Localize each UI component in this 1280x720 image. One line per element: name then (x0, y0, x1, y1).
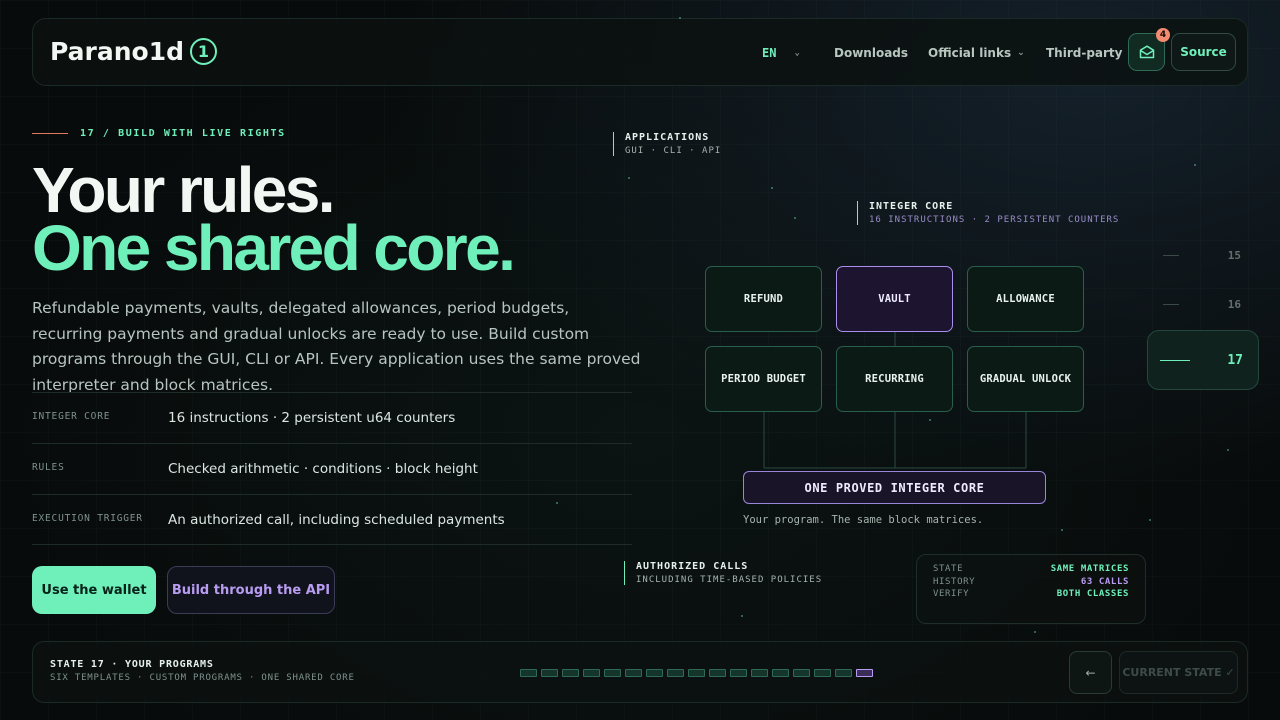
rail-item-active[interactable]: 17 (1147, 330, 1259, 390)
template-period-budget[interactable]: PERIOD BUDGET (705, 346, 822, 412)
integer-core-sub: 16 INSTRUCTIONS · 2 PERSISTENT COUNTERS (869, 215, 1120, 225)
state-row: VERIFY BOTH CLASSES (933, 588, 1129, 601)
rail-item-16[interactable]: 16 (1163, 298, 1243, 311)
integer-core-title: INTEGER CORE (869, 201, 954, 212)
state-row: STATE SAME MATRICES (933, 563, 1129, 576)
rail-dash (1163, 255, 1179, 256)
core-caption: Your program. The same block matrices. (743, 514, 984, 526)
state-step[interactable] (667, 669, 684, 677)
proved-core-box: ONE PROVED INTEGER CORE (743, 471, 1046, 504)
state-step[interactable] (604, 669, 621, 677)
template-allowance[interactable]: ALLOWANCE (967, 266, 1084, 332)
current-state-button[interactable]: CURRENT STATE ✓ (1119, 651, 1238, 694)
applications-title: APPLICATIONS (625, 132, 710, 143)
state-step[interactable] (772, 669, 789, 677)
template-gradual-unlock[interactable]: GRADUAL UNLOCK (967, 346, 1084, 412)
footer-title: STATE 17 · YOUR PROGRAMS (50, 659, 214, 670)
state-step[interactable] (793, 669, 810, 677)
state-footer: STATE 17 · YOUR PROGRAMS SIX TEMPLATES ·… (32, 641, 1248, 703)
template-recurring[interactable]: RECURRING (836, 346, 953, 412)
state-row: HISTORY 63 CALLS (933, 576, 1129, 589)
authorized-calls-label: AUTHORIZED CALLS INCLUDING TIME-BASED PO… (624, 561, 822, 585)
state-step[interactable] (562, 669, 579, 677)
state-step[interactable] (625, 669, 642, 677)
state-step[interactable] (856, 669, 873, 677)
state-step[interactable] (520, 669, 537, 677)
rail-dash (1160, 359, 1190, 361)
state-key: HISTORY (933, 576, 976, 587)
state-key: STATE (933, 564, 964, 574)
rail-number: 15 (1227, 249, 1241, 262)
rail-number: 17 (1227, 352, 1243, 368)
state-step[interactable] (646, 669, 663, 677)
template-refund[interactable]: REFUND (705, 266, 822, 332)
state-value: SAME MATRICES (1050, 564, 1129, 574)
authorized-calls-sub: INCLUDING TIME-BASED POLICIES (636, 575, 823, 585)
state-key: VERIFY (933, 589, 970, 599)
template-vault[interactable]: VAULT (836, 266, 953, 332)
state-step[interactable] (709, 669, 726, 677)
applications-label: APPLICATIONS GUI · CLI · API (613, 132, 721, 156)
authorized-calls-title: AUTHORIZED CALLS (636, 561, 749, 572)
state-step[interactable] (688, 669, 705, 677)
rail-number: 16 (1227, 298, 1241, 311)
integer-core-label: INTEGER CORE 16 INSTRUCTIONS · 2 PERSIST… (857, 201, 1119, 225)
state-progress (520, 669, 873, 677)
state-step[interactable] (541, 669, 558, 677)
state-value: BOTH CLASSES (1056, 589, 1129, 599)
state-step[interactable] (730, 669, 747, 677)
state-step[interactable] (835, 669, 852, 677)
state-step[interactable] (751, 669, 768, 677)
rail-item-15[interactable]: 15 (1163, 249, 1243, 262)
state-step[interactable] (814, 669, 831, 677)
rail-dash (1163, 304, 1179, 305)
state-value: 63 CALLS (1080, 576, 1129, 587)
applications-sub: GUI · CLI · API (625, 146, 722, 156)
footer-subtitle: SIX TEMPLATES · CUSTOM PROGRAMS · ONE SH… (50, 673, 355, 683)
state-step[interactable] (583, 669, 600, 677)
previous-state-button[interactable]: ← (1069, 651, 1112, 694)
state-summary-card: STATE SAME MATRICES HISTORY 63 CALLS VER… (916, 554, 1146, 624)
